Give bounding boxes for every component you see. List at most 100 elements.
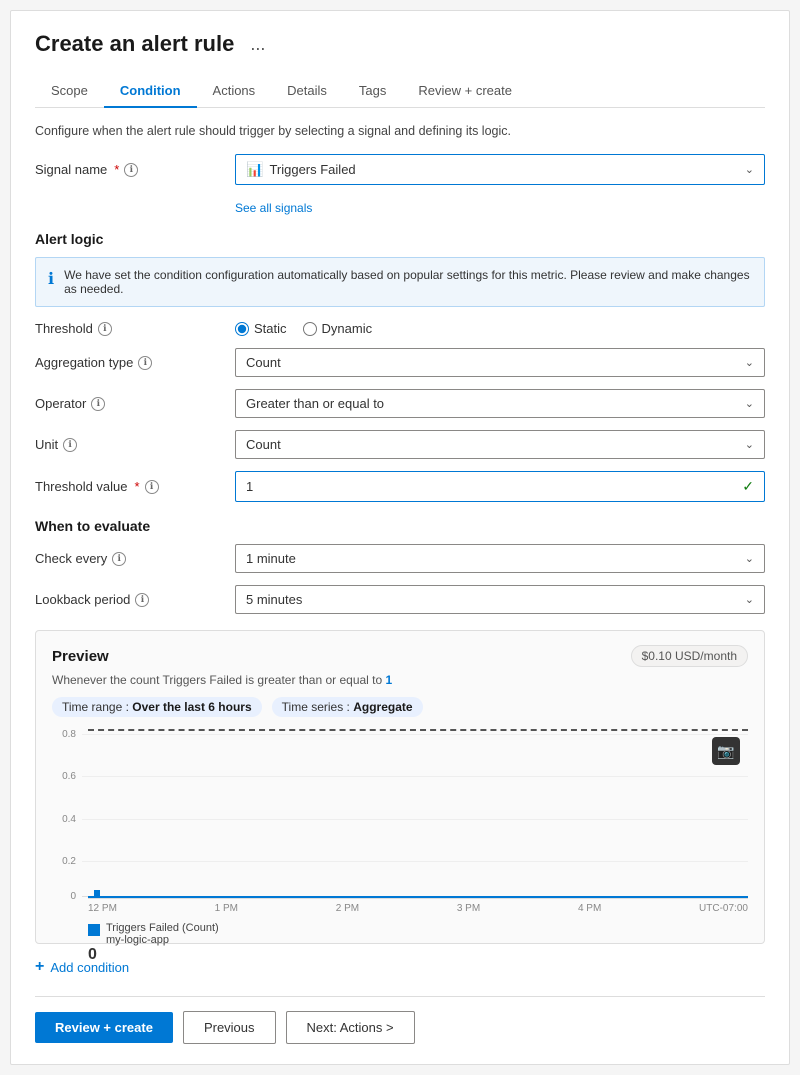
threshold-label: Threshold ℹ — [35, 321, 235, 336]
chart-grid: 0.8 0.6 0.4 — [52, 729, 748, 898]
operator-select[interactable]: Greater than or equal to ⌄ — [235, 389, 765, 418]
page-title: Create an alert rule — [35, 31, 234, 57]
grid-line-06: 0.6 — [52, 771, 748, 782]
operator-label: Operator ℹ — [35, 396, 235, 411]
main-container: Create an alert rule ... Scope Condition… — [10, 10, 790, 1065]
threshold-value-field: 1 ✓ — [235, 471, 765, 502]
threshold-dynamic-option[interactable]: Dynamic — [303, 321, 373, 336]
lookback-period-select[interactable]: 5 minutes ⌄ — [235, 585, 765, 614]
threshold-dynamic-label: Dynamic — [322, 321, 373, 336]
preview-description: Whenever the count Triggers Failed is gr… — [52, 673, 748, 687]
tab-details[interactable]: Details — [271, 75, 343, 108]
x-label-3pm: 3 PM — [457, 903, 480, 914]
y-label-04: 0.4 — [52, 814, 82, 825]
operator-row: Operator ℹ Greater than or equal to ⌄ — [35, 389, 765, 418]
y-label-06: 0.6 — [52, 771, 82, 782]
aggregation-type-label: Aggregation type ℹ — [35, 355, 235, 370]
threshold-value-info-icon[interactable]: ℹ — [145, 480, 159, 494]
tab-tags[interactable]: Tags — [343, 75, 402, 108]
unit-label: Unit ℹ — [35, 437, 235, 452]
signal-name-field: 📊 Triggers Failed ⌄ — [235, 154, 765, 185]
operator-info-icon[interactable]: ℹ — [91, 397, 105, 411]
legend-value: 0 — [88, 946, 748, 964]
grid-02 — [82, 861, 748, 862]
preview-title: Preview — [52, 648, 109, 665]
time-range-label: Time range : — [62, 700, 129, 714]
threshold-static-option[interactable]: Static — [235, 321, 287, 336]
legend-item: Triggers Failed (Count) my-logic-app — [88, 922, 748, 946]
legend-name: Triggers Failed (Count) — [106, 922, 219, 934]
y-label-0: 0 — [52, 891, 82, 902]
preview-pills: Time range : Over the last 6 hours Time … — [52, 697, 748, 717]
threshold-info-icon[interactable]: ℹ — [98, 322, 112, 336]
chart-bar-1 — [94, 890, 100, 898]
signal-info-icon[interactable]: ℹ — [124, 163, 138, 177]
operator-field: Greater than or equal to ⌄ — [235, 389, 765, 418]
threshold-static-label: Static — [254, 321, 287, 336]
unit-info-icon[interactable]: ℹ — [63, 438, 77, 452]
page-description: Configure when the alert rule should tri… — [35, 124, 765, 138]
legend-series: my-logic-app — [106, 934, 219, 946]
threshold-dynamic-radio[interactable] — [303, 322, 317, 336]
time-series-value: Aggregate — [353, 700, 412, 714]
signal-name-label: Signal name * ℹ — [35, 162, 235, 177]
unit-field: Count ⌄ — [235, 430, 765, 459]
check-every-row: Check every ℹ 1 minute ⌄ — [35, 544, 765, 573]
add-condition-icon: + — [35, 958, 44, 976]
time-range-pill[interactable]: Time range : Over the last 6 hours — [52, 697, 262, 717]
check-every-chevron-icon: ⌄ — [745, 552, 754, 565]
see-all-signals-link[interactable]: See all signals — [235, 201, 312, 215]
check-every-info-icon[interactable]: ℹ — [112, 552, 126, 566]
check-every-value: 1 minute — [246, 551, 296, 566]
chart-legend: Triggers Failed (Count) my-logic-app 0 — [88, 922, 748, 964]
lookback-chevron-icon: ⌄ — [745, 593, 754, 606]
grid-08 — [82, 734, 748, 735]
y-label-08: 0.8 — [52, 729, 82, 740]
tab-review-create[interactable]: Review + create — [402, 75, 528, 108]
check-every-label: Check every ℹ — [35, 551, 235, 566]
lookback-period-field: 5 minutes ⌄ — [235, 585, 765, 614]
tab-scope[interactable]: Scope — [35, 75, 104, 108]
previous-button[interactable]: Previous — [183, 1011, 276, 1044]
x-label-2pm: 2 PM — [336, 903, 359, 914]
aggregation-type-row: Aggregation type ℹ Count ⌄ — [35, 348, 765, 377]
required-star: * — [114, 162, 119, 177]
when-to-evaluate-header: When to evaluate — [35, 518, 765, 534]
tab-bar: Scope Condition Actions Details Tags Rev… — [35, 75, 765, 108]
threshold-row: Threshold ℹ Static Dynamic — [35, 321, 765, 336]
legend-details: Triggers Failed (Count) my-logic-app — [106, 922, 219, 946]
tab-actions[interactable]: Actions — [197, 75, 272, 108]
grid-line-02: 0.2 — [52, 856, 748, 867]
review-create-button[interactable]: Review + create — [35, 1012, 173, 1043]
signal-chevron-icon: ⌄ — [745, 163, 754, 176]
page-title-row: Create an alert rule ... — [35, 31, 765, 57]
aggregation-type-select[interactable]: Count ⌄ — [235, 348, 765, 377]
unit-select[interactable]: Count ⌄ — [235, 430, 765, 459]
threshold-value-row: Threshold value * ℹ 1 ✓ — [35, 471, 765, 502]
grid-04 — [82, 819, 748, 820]
legend-color-box — [88, 924, 100, 936]
threshold-value-required: * — [135, 479, 140, 494]
lookback-period-row: Lookback period ℹ 5 minutes ⌄ — [35, 585, 765, 614]
chart-container: 📷 0.8 0.6 — [52, 729, 748, 929]
ellipsis-button[interactable]: ... — [244, 32, 271, 57]
tab-condition[interactable]: Condition — [104, 75, 197, 108]
lookback-info-icon[interactable]: ℹ — [135, 593, 149, 607]
operator-chevron-icon: ⌄ — [745, 397, 754, 410]
check-every-select[interactable]: 1 minute ⌄ — [235, 544, 765, 573]
lookback-period-label: Lookback period ℹ — [35, 592, 235, 607]
unit-value: Count — [246, 437, 281, 452]
preview-section: Preview $0.10 USD/month Whenever the cou… — [35, 630, 765, 944]
signal-name-select[interactable]: 📊 Triggers Failed ⌄ — [235, 154, 765, 185]
aggregation-info-icon[interactable]: ℹ — [138, 356, 152, 370]
operator-value: Greater than or equal to — [246, 396, 384, 411]
chart-area: 0.8 0.6 0.4 — [88, 729, 748, 899]
threshold-static-radio[interactable] — [235, 322, 249, 336]
grid-line-08: 0.8 — [52, 729, 748, 740]
preview-desc-value: 1 — [386, 673, 393, 687]
threshold-value-input[interactable]: 1 ✓ — [235, 471, 765, 502]
preview-desc-prefix: Whenever the count Triggers Failed is gr… — [52, 673, 382, 687]
next-actions-button[interactable]: Next: Actions > — [286, 1011, 415, 1044]
time-series-pill[interactable]: Time series : Aggregate — [272, 697, 423, 717]
threshold-radio-group: Static Dynamic — [235, 321, 765, 336]
